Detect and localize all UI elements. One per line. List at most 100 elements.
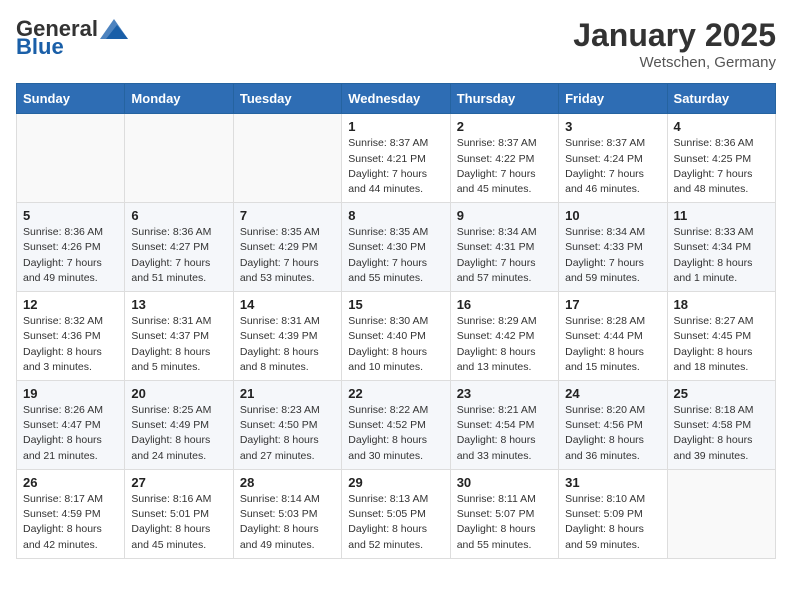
day-number: 8	[348, 208, 443, 223]
day-info: Sunrise: 8:36 AMSunset: 4:27 PMDaylight:…	[131, 225, 226, 286]
day-number: 15	[348, 297, 443, 312]
day-number: 17	[565, 297, 660, 312]
day-info: Sunrise: 8:16 AMSunset: 5:01 PMDaylight:…	[131, 492, 226, 553]
day-number: 30	[457, 475, 552, 490]
calendar-cell: 9 Sunrise: 8:34 AMSunset: 4:31 PMDaylight…	[450, 203, 558, 292]
calendar-cell: 19 Sunrise: 8:26 AMSunset: 4:47 PMDayligh…	[17, 381, 125, 470]
calendar-cell: 2 Sunrise: 8:37 AMSunset: 4:22 PMDaylight…	[450, 114, 558, 203]
day-info: Sunrise: 8:37 AMSunset: 4:24 PMDaylight:…	[565, 136, 660, 197]
calendar-cell: 4 Sunrise: 8:36 AMSunset: 4:25 PMDaylight…	[667, 114, 775, 203]
calendar-cell	[667, 469, 775, 558]
calendar-cell: 22 Sunrise: 8:22 AMSunset: 4:52 PMDayligh…	[342, 381, 450, 470]
day-info: Sunrise: 8:33 AMSunset: 4:34 PMDaylight:…	[674, 225, 769, 286]
day-number: 16	[457, 297, 552, 312]
page-header: General Blue January 2025 Wetschen, Germ…	[16, 16, 776, 71]
weekday-header-tuesday: Tuesday	[233, 84, 341, 114]
day-number: 1	[348, 119, 443, 134]
calendar-week-row: 12 Sunrise: 8:32 AMSunset: 4:36 PMDayligh…	[17, 292, 776, 381]
day-info: Sunrise: 8:35 AMSunset: 4:29 PMDaylight:…	[240, 225, 335, 286]
title-area: January 2025 Wetschen, Germany	[573, 16, 776, 71]
calendar-header-row: SundayMondayTuesdayWednesdayThursdayFrid…	[17, 84, 776, 114]
day-info: Sunrise: 8:20 AMSunset: 4:56 PMDaylight:…	[565, 403, 660, 464]
calendar-week-row: 1 Sunrise: 8:37 AMSunset: 4:21 PMDaylight…	[17, 114, 776, 203]
day-number: 27	[131, 475, 226, 490]
day-info: Sunrise: 8:22 AMSunset: 4:52 PMDaylight:…	[348, 403, 443, 464]
day-number: 23	[457, 386, 552, 401]
calendar-cell: 5Sunrise: 8:36 AMSunset: 4:26 PMDaylight…	[17, 203, 125, 292]
day-info: Sunrise: 8:27 AMSunset: 4:45 PMDaylight:…	[674, 314, 769, 375]
day-info: Sunrise: 8:14 AMSunset: 5:03 PMDaylight:…	[240, 492, 335, 553]
calendar-cell: 21Sunrise: 8:23 AMSunset: 4:50 PMDayligh…	[233, 381, 341, 470]
day-number: 10	[565, 208, 660, 223]
day-info: Sunrise: 8:34 AMSunset: 4:31 PMDaylight:…	[457, 225, 552, 286]
calendar-cell: 24 Sunrise: 8:20 AMSunset: 4:56 PMDayligh…	[559, 381, 667, 470]
day-info: Sunrise: 8:31 AMSunset: 4:39 PMDaylight:…	[240, 314, 335, 375]
day-number: 26	[23, 475, 118, 490]
calendar-cell: 30 Sunrise: 8:11 AMSunset: 5:07 PMDayligh…	[450, 469, 558, 558]
calendar-cell: 27 Sunrise: 8:16 AMSunset: 5:01 PMDayligh…	[125, 469, 233, 558]
weekday-header-monday: Monday	[125, 84, 233, 114]
day-info: Sunrise: 8:29 AMSunset: 4:42 PMDaylight:…	[457, 314, 552, 375]
day-number: 18	[674, 297, 769, 312]
calendar-cell: 1 Sunrise: 8:37 AMSunset: 4:21 PMDaylight…	[342, 114, 450, 203]
weekday-header-friday: Friday	[559, 84, 667, 114]
day-number: 9	[457, 208, 552, 223]
day-number: 4	[674, 119, 769, 134]
day-info: Sunrise: 8:35 AMSunset: 4:30 PMDaylight:…	[348, 225, 443, 286]
calendar-cell	[125, 114, 233, 203]
day-number: 3	[565, 119, 660, 134]
day-number: 13	[131, 297, 226, 312]
calendar-cell: 31Sunrise: 8:10 AMSunset: 5:09 PMDayligh…	[559, 469, 667, 558]
day-info: Sunrise: 8:36 AMSunset: 4:25 PMDaylight:…	[674, 136, 769, 197]
day-info: Sunrise: 8:37 AMSunset: 4:22 PMDaylight:…	[457, 136, 552, 197]
calendar-cell: 6 Sunrise: 8:36 AMSunset: 4:27 PMDaylight…	[125, 203, 233, 292]
calendar-cell	[233, 114, 341, 203]
day-number: 25	[674, 386, 769, 401]
day-info: Sunrise: 8:30 AMSunset: 4:40 PMDaylight:…	[348, 314, 443, 375]
calendar-cell: 26Sunrise: 8:17 AMSunset: 4:59 PMDayligh…	[17, 469, 125, 558]
calendar-cell: 8 Sunrise: 8:35 AMSunset: 4:30 PMDaylight…	[342, 203, 450, 292]
day-info: Sunrise: 8:13 AMSunset: 5:05 PMDaylight:…	[348, 492, 443, 553]
calendar-week-row: 5Sunrise: 8:36 AMSunset: 4:26 PMDaylight…	[17, 203, 776, 292]
location-subtitle: Wetschen, Germany	[573, 54, 776, 71]
logo-icon	[100, 19, 128, 39]
day-number: 7	[240, 208, 335, 223]
weekday-header-wednesday: Wednesday	[342, 84, 450, 114]
calendar-cell: 18 Sunrise: 8:27 AMSunset: 4:45 PMDayligh…	[667, 292, 775, 381]
calendar-cell: 29 Sunrise: 8:13 AMSunset: 5:05 PMDayligh…	[342, 469, 450, 558]
calendar-cell: 7 Sunrise: 8:35 AMSunset: 4:29 PMDaylight…	[233, 203, 341, 292]
month-title: January 2025	[573, 16, 776, 54]
day-info: Sunrise: 8:11 AMSunset: 5:07 PMDaylight:…	[457, 492, 552, 553]
calendar-cell: 11 Sunrise: 8:33 AMSunset: 4:34 PMDayligh…	[667, 203, 775, 292]
day-info: Sunrise: 8:32 AMSunset: 4:36 PMDaylight:…	[23, 314, 118, 375]
calendar-cell: 25 Sunrise: 8:18 AMSunset: 4:58 PMDayligh…	[667, 381, 775, 470]
day-number: 22	[348, 386, 443, 401]
day-info: Sunrise: 8:37 AMSunset: 4:21 PMDaylight:…	[348, 136, 443, 197]
calendar-cell: 20Sunrise: 8:25 AMSunset: 4:49 PMDayligh…	[125, 381, 233, 470]
day-number: 29	[348, 475, 443, 490]
day-number: 2	[457, 119, 552, 134]
day-number: 6	[131, 208, 226, 223]
weekday-header-thursday: Thursday	[450, 84, 558, 114]
day-info: Sunrise: 8:34 AMSunset: 4:33 PMDaylight:…	[565, 225, 660, 286]
day-info: Sunrise: 8:28 AMSunset: 4:44 PMDaylight:…	[565, 314, 660, 375]
calendar-cell: 23 Sunrise: 8:21 AMSunset: 4:54 PMDayligh…	[450, 381, 558, 470]
day-number: 21	[240, 386, 335, 401]
day-info: Sunrise: 8:18 AMSunset: 4:58 PMDaylight:…	[674, 403, 769, 464]
calendar-cell: 12 Sunrise: 8:32 AMSunset: 4:36 PMDayligh…	[17, 292, 125, 381]
day-number: 11	[674, 208, 769, 223]
calendar-cell: 10 Sunrise: 8:34 AMSunset: 4:33 PMDayligh…	[559, 203, 667, 292]
logo: General Blue	[16, 16, 128, 60]
day-number: 12	[23, 297, 118, 312]
day-number: 31	[565, 475, 660, 490]
day-number: 14	[240, 297, 335, 312]
weekday-header-saturday: Saturday	[667, 84, 775, 114]
calendar-week-row: 26Sunrise: 8:17 AMSunset: 4:59 PMDayligh…	[17, 469, 776, 558]
day-info: Sunrise: 8:25 AMSunset: 4:49 PMDaylight:…	[131, 403, 226, 464]
day-info: Sunrise: 8:31 AMSunset: 4:37 PMDaylight:…	[131, 314, 226, 375]
day-info: Sunrise: 8:26 AMSunset: 4:47 PMDaylight:…	[23, 403, 118, 464]
day-info: Sunrise: 8:21 AMSunset: 4:54 PMDaylight:…	[457, 403, 552, 464]
logo-blue-text: Blue	[16, 34, 64, 60]
day-number: 24	[565, 386, 660, 401]
day-number: 19	[23, 386, 118, 401]
